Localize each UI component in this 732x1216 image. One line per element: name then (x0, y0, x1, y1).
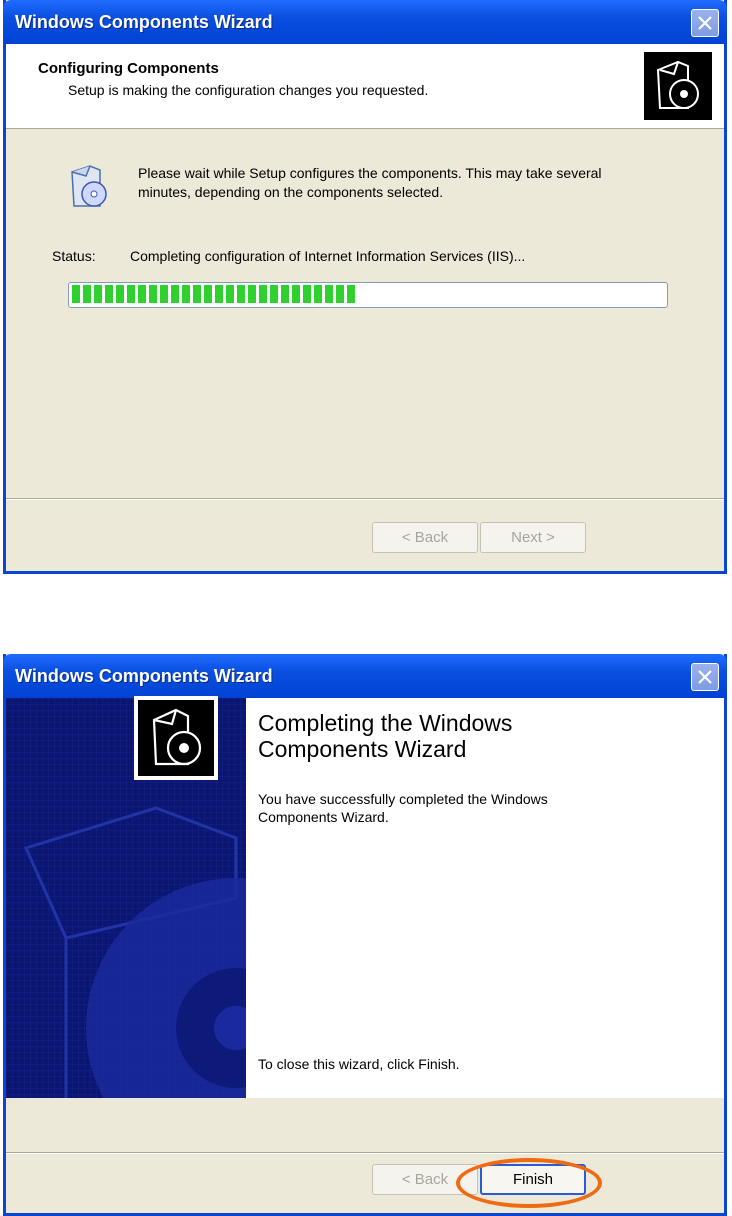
close-instruction: To close this wizard, click Finish. (258, 1056, 460, 1072)
close-button-2[interactable] (691, 663, 719, 691)
setup-box-cd-icon (134, 696, 218, 780)
setup-box-cd-small-icon (66, 162, 110, 210)
status-line: Status: Completing configuration of Inter… (52, 248, 525, 264)
success-message: You have successfully completed the Wind… (258, 791, 548, 825)
setup-box-cd-icon (644, 52, 712, 120)
close-icon (698, 670, 712, 684)
status-label: Status: (52, 248, 96, 264)
window-title: Windows Components Wizard (15, 12, 273, 32)
title-bar-2[interactable]: Windows Components Wizard (3, 654, 727, 698)
footer-separator-2 (6, 1152, 724, 1154)
close-icon (698, 16, 712, 30)
title-bar[interactable]: Windows Components Wizard (3, 0, 727, 44)
footer-separator (6, 498, 724, 500)
progress-bar (68, 282, 668, 308)
status-text: Completing configuration of Internet Inf… (130, 248, 526, 264)
window-title-2: Windows Components Wizard (15, 666, 273, 686)
header-subtitle: Setup is making the configuration change… (68, 82, 429, 98)
wait-message: Please wait while Setup configures the c… (138, 165, 602, 200)
completion-heading: Completing the Windows Components Wizard (258, 710, 513, 762)
close-button[interactable] (691, 9, 719, 37)
next-button[interactable]: Next > (480, 522, 586, 553)
back-button[interactable]: < Back (372, 522, 478, 553)
progress-fill (72, 285, 357, 303)
highlight-circle (456, 1158, 602, 1208)
header-title: Configuring Components (38, 60, 219, 77)
